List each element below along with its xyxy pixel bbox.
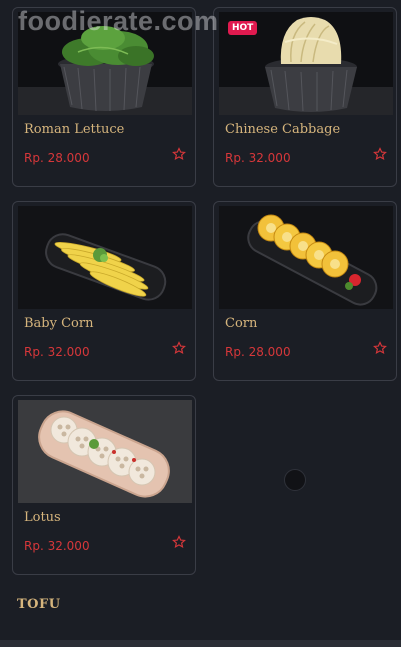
item-price: Rp. 28.000 bbox=[24, 151, 90, 165]
star-outline-icon[interactable] bbox=[172, 535, 186, 549]
item-name: Chinese Cabbage bbox=[225, 122, 341, 137]
item-price: Rp. 32.000 bbox=[24, 345, 90, 359]
menu-item-card[interactable]: Baby Corn Rp. 32.000 bbox=[12, 201, 196, 381]
item-photo: HOT bbox=[219, 12, 393, 115]
star-outline-icon[interactable] bbox=[373, 341, 387, 355]
item-price: Rp. 32.000 bbox=[225, 151, 291, 165]
menu-item-card[interactable]: Lotus Rp. 32.000 bbox=[12, 395, 196, 575]
item-name: Roman Lettuce bbox=[24, 122, 125, 137]
star-outline-icon[interactable] bbox=[373, 147, 387, 161]
item-photo bbox=[219, 206, 393, 309]
item-name: Lotus bbox=[24, 510, 61, 525]
star-outline-icon[interactable] bbox=[172, 341, 186, 355]
item-price: Rp. 28.000 bbox=[225, 345, 291, 359]
scroll-indicator[interactable] bbox=[284, 469, 306, 491]
section-title-tofu: TOFU bbox=[17, 597, 61, 612]
item-photo bbox=[18, 400, 192, 503]
item-photo bbox=[18, 206, 192, 309]
item-name: Corn bbox=[225, 316, 258, 331]
menu-item-card[interactable]: Corn Rp. 28.000 bbox=[213, 201, 397, 381]
bottom-bar bbox=[0, 640, 401, 647]
item-name: Baby Corn bbox=[24, 316, 94, 331]
watermark-logo: foodierate.com bbox=[18, 6, 219, 36]
hot-badge: HOT bbox=[228, 21, 258, 35]
star-outline-icon[interactable] bbox=[172, 147, 186, 161]
menu-item-card[interactable]: HOT Chinese Cabbage Rp. 32.000 bbox=[213, 7, 397, 187]
item-price: Rp. 32.000 bbox=[24, 539, 90, 553]
